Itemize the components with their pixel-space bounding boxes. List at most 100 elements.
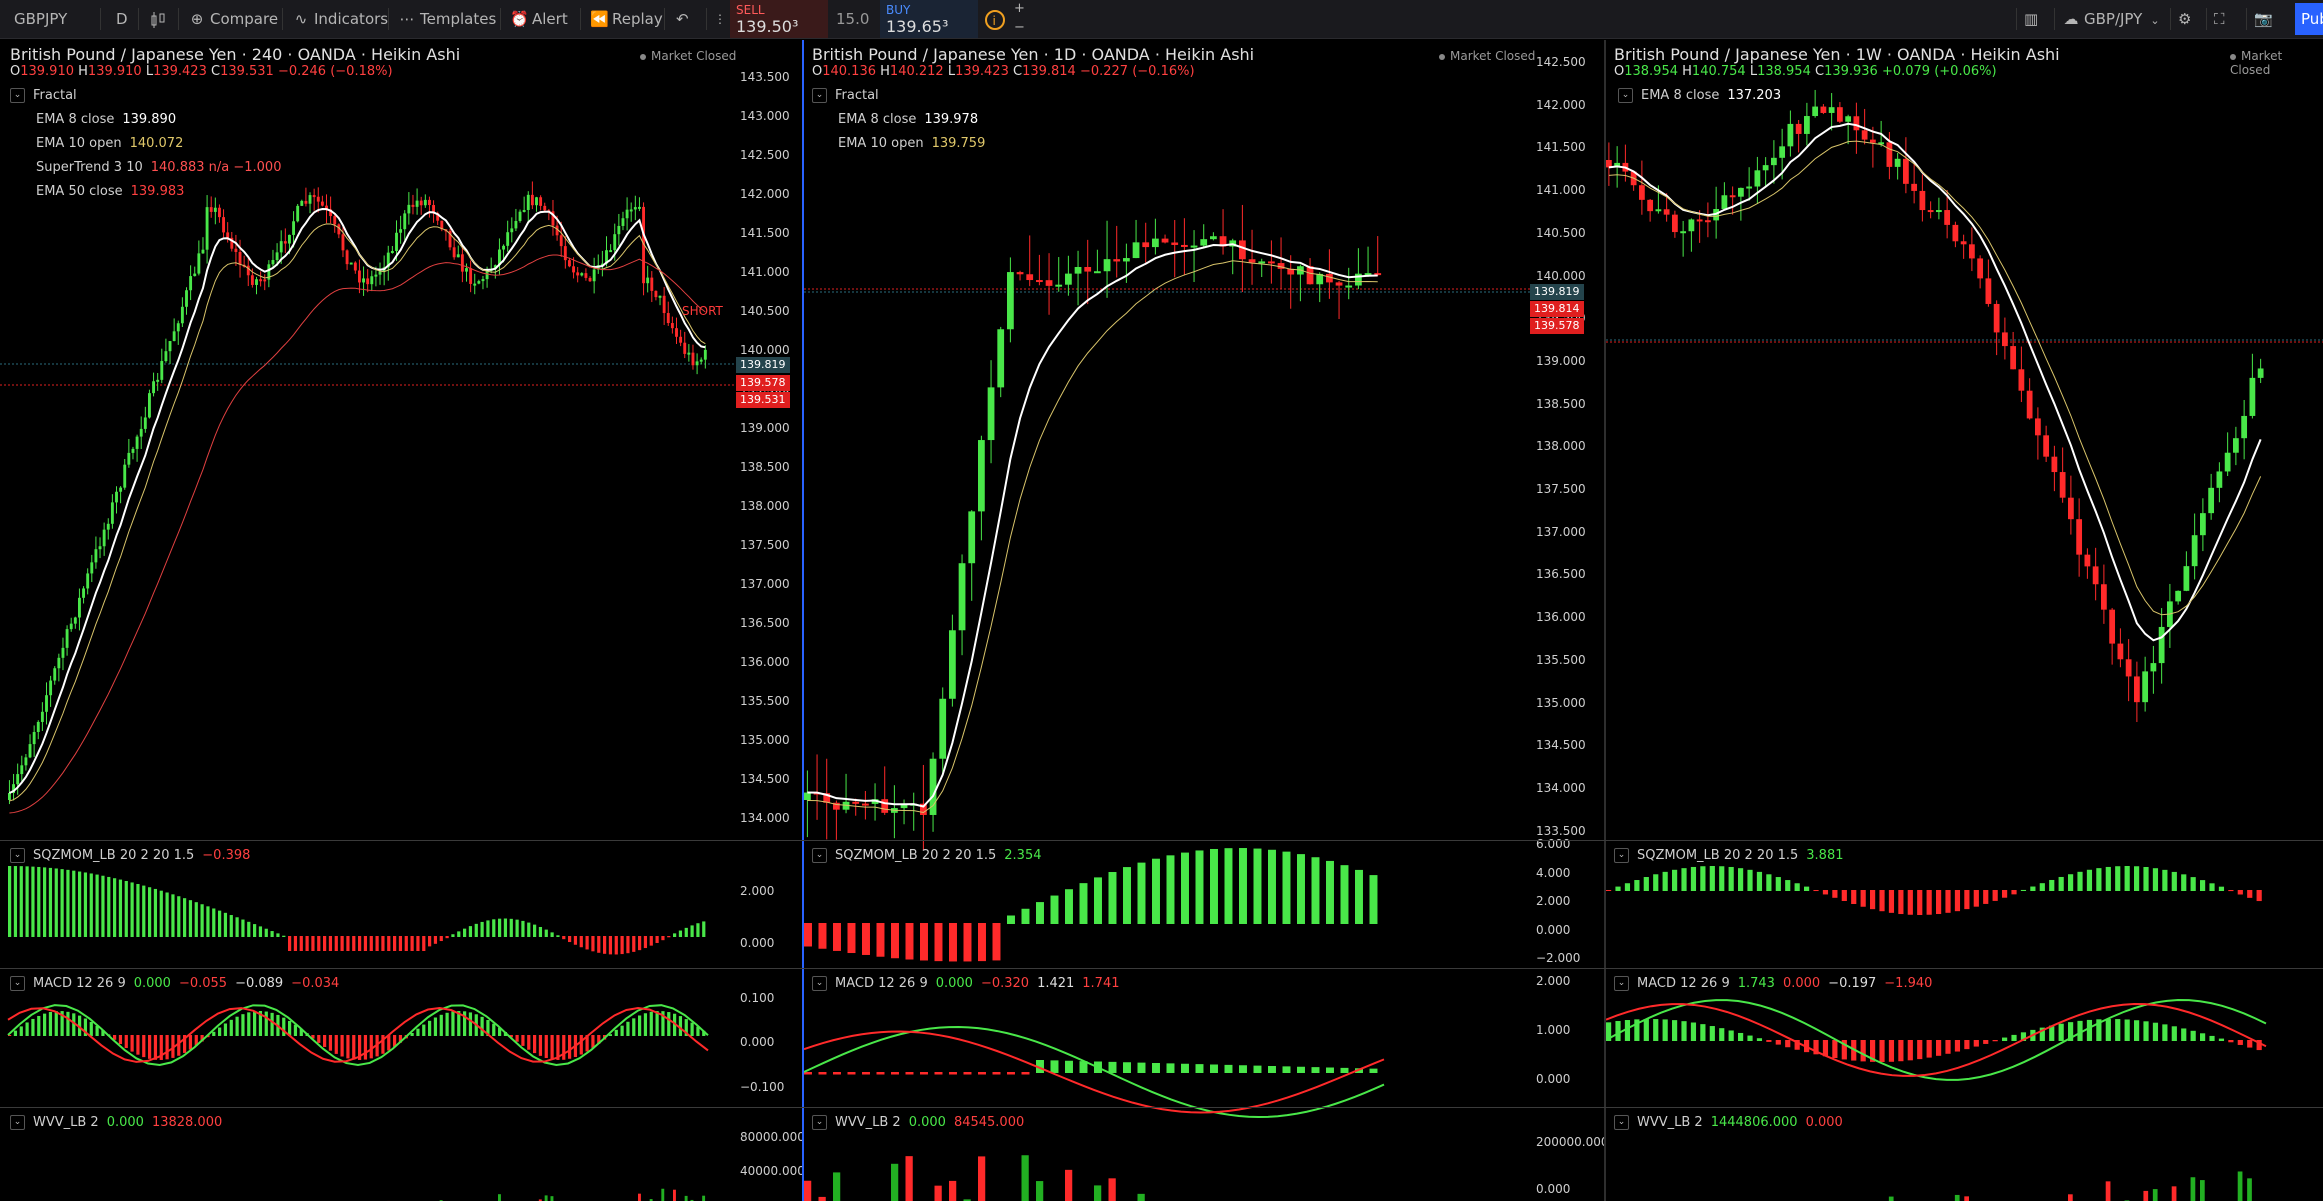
- buy-button[interactable]: BUY 139.65³: [880, 0, 978, 38]
- sqz-bar: [1926, 890, 1932, 915]
- sqz-bar: [113, 878, 117, 937]
- collapse-icon[interactable]: ⌄: [1614, 976, 1629, 991]
- candle: [456, 254, 460, 258]
- indicator-ema10[interactable]: EMA 10 open 140.072: [36, 136, 183, 151]
- indicators-label: Indicators: [314, 10, 389, 28]
- compare-button[interactable]: ⊕ Compare: [188, 0, 278, 38]
- minus-icon: −: [1014, 20, 1025, 35]
- wvf-bar: [818, 1196, 826, 1201]
- replay-button[interactable]: ⏪ Replay: [590, 0, 663, 38]
- chart-title: British Pound / Japanese Yen · 1W · OAND…: [1614, 45, 2060, 64]
- collapse-icon[interactable]: ⌄: [10, 976, 25, 991]
- candle: [1074, 267, 1082, 274]
- interval-button[interactable]: D: [116, 0, 128, 38]
- macd-hist-bar: [1253, 1065, 1262, 1073]
- candle: [1026, 274, 1034, 281]
- alert-button[interactable]: ⏰ Alert: [510, 0, 568, 38]
- chart-type-button[interactable]: [148, 0, 168, 38]
- rewind-icon: ⏪: [590, 10, 609, 28]
- indicator-ema8[interactable]: EMA 8 close 139.890: [36, 112, 176, 127]
- layout-button[interactable]: ▥: [2024, 0, 2038, 38]
- candle: [292, 221, 295, 235]
- candle: [572, 266, 575, 273]
- ohlc-low: 138.954: [1757, 64, 1811, 79]
- wvf-bar: [934, 1185, 942, 1201]
- price-axis-label: 135.500: [1536, 652, 1586, 667]
- indicator-macd[interactable]: ⌄ MACD 12 26 9 1.743 0.000 −0.197 −1.940: [1614, 976, 1932, 991]
- collapse-icon[interactable]: ⌄: [812, 88, 827, 103]
- collapse-icon[interactable]: ⌄: [812, 848, 827, 863]
- indicator-fractal[interactable]: ⌄ Fractal: [10, 88, 77, 103]
- price-tag-bid: 139.819: [1530, 284, 1584, 300]
- wvf-bar: [2152, 1189, 2158, 1201]
- chart-canvas-1w[interactable]: [1606, 40, 2323, 1201]
- snapshot-button[interactable]: 📷: [2254, 0, 2273, 38]
- macd-hist-bar: [264, 1011, 268, 1036]
- chart-panel-1w[interactable]: British Pound / Japanese Yen · 1W · OAND…: [1606, 40, 2323, 1201]
- wvf-bar: [1137, 1193, 1145, 1201]
- macd-hist-bar: [363, 1035, 368, 1060]
- indicator-fractal[interactable]: ⌄ Fractal: [812, 88, 879, 103]
- pair-dropdown[interactable]: ☁ GBP/JPY ⌄: [2062, 0, 2160, 38]
- indicator-wvf[interactable]: ⌄ WVV_LB 2 0.000 13828.000: [10, 1115, 222, 1130]
- candle: [1812, 106, 1819, 117]
- pane-separator[interactable]: [0, 840, 2323, 841]
- sqz-bar: [2143, 866, 2149, 891]
- indicator-supertrend[interactable]: SuperTrend 3 10 140.883 n/a −1.000: [36, 160, 281, 175]
- sqz-bar: [457, 931, 461, 937]
- indicator-sqzmom[interactable]: ⌄ SQZMOM_LB 20 2 20 1.5 3.881: [1614, 848, 1844, 863]
- collapse-icon[interactable]: ⌄: [10, 848, 25, 863]
- indicator-sqzmom[interactable]: ⌄ SQZMOM_LB 20 2 20 1.5 −0.398: [10, 848, 250, 863]
- indicator-ema50[interactable]: EMA 50 close 139.983: [36, 184, 184, 199]
- publish-button[interactable]: Publish: [2295, 3, 2323, 35]
- collapse-icon[interactable]: ⌄: [1614, 848, 1629, 863]
- collapse-icon[interactable]: ⌄: [1618, 88, 1633, 103]
- collapse-icon[interactable]: ⌄: [1614, 1115, 1629, 1130]
- ohlc-change: −0.227 (−0.16%): [1079, 64, 1195, 79]
- indicator-macd[interactable]: ⌄ MACD 12 26 9 0.000 −0.055 −0.089 −0.034: [10, 976, 339, 991]
- pane-separator[interactable]: [0, 968, 2323, 969]
- collapse-icon[interactable]: ⌄: [812, 1115, 827, 1130]
- candle: [20, 765, 24, 775]
- sqz-bar: [1936, 890, 1942, 915]
- candle: [2084, 554, 2091, 567]
- sell-button[interactable]: SELL 139.50³: [730, 0, 828, 38]
- macd-hist-bar: [568, 1035, 572, 1059]
- indicator-macd[interactable]: ⌄ MACD 12 26 9 0.000 −0.320 1.421 1.741: [812, 976, 1120, 991]
- candle: [2101, 584, 2107, 610]
- collapse-icon[interactable]: ⌄: [10, 1115, 25, 1130]
- chart-canvas-1d[interactable]: [804, 40, 1604, 1201]
- undo-button[interactable]: ↶: [676, 0, 689, 38]
- wvf-bar: [1021, 1155, 1029, 1201]
- indicator-ema10[interactable]: EMA 10 open 139.759: [838, 136, 985, 151]
- ohlc-change: −0.246 (−0.18%): [277, 64, 393, 79]
- fullscreen-button[interactable]: ⛶: [2214, 0, 2225, 38]
- candle: [2241, 415, 2248, 439]
- symbol-search-button[interactable]: GBPJPY: [14, 0, 67, 38]
- chart-panel-1d[interactable]: British Pound / Japanese Yen · 1D · OAND…: [804, 40, 1609, 1201]
- indicator-value: 3.881: [1806, 848, 1844, 863]
- indicator-ema8[interactable]: EMA 8 close 139.978: [838, 112, 978, 127]
- chart-canvas-240[interactable]: [0, 40, 802, 1201]
- pane-separator[interactable]: [0, 1107, 2323, 1108]
- macd-hist-bar: [949, 1072, 957, 1075]
- candle: [366, 278, 370, 285]
- price-axis-label: 134.500: [740, 772, 790, 786]
- indicators-button[interactable]: ∿ Indicators: [292, 0, 388, 38]
- sqz-bar: [684, 927, 688, 937]
- indicator-wvf[interactable]: ⌄ WVV_LB 2 0.000 84545.000: [812, 1115, 1024, 1130]
- indicator-sqzmom[interactable]: ⌄ SQZMOM_LB 20 2 20 1.5 2.354: [812, 848, 1042, 863]
- candle: [2043, 435, 2050, 457]
- indicator-ema8[interactable]: ⌄ EMA 8 close 137.203: [1618, 88, 1781, 103]
- chart-panel-240[interactable]: British Pound / Japanese Yen · 240 · OAN…: [0, 40, 805, 1201]
- info-button[interactable]: i: [984, 0, 1006, 38]
- price-axis[interactable]: 143.500 143.000 142.500 142.000 141.500 141.0…: [734, 40, 802, 1201]
- indicator-wvf[interactable]: ⌄ WVV_LB 2 1444806.000 0.000: [1614, 1115, 1843, 1130]
- settings-button[interactable]: ⚙: [2178, 0, 2191, 38]
- wvf-bar: [1065, 1169, 1073, 1201]
- sqz-bar: [1945, 890, 1951, 913]
- sqz-bar: [323, 936, 327, 951]
- collapse-icon[interactable]: ⌄: [812, 976, 827, 991]
- collapse-icon[interactable]: ⌄: [10, 88, 25, 103]
- templates-button[interactable]: ⋯ Templates: [398, 0, 497, 38]
